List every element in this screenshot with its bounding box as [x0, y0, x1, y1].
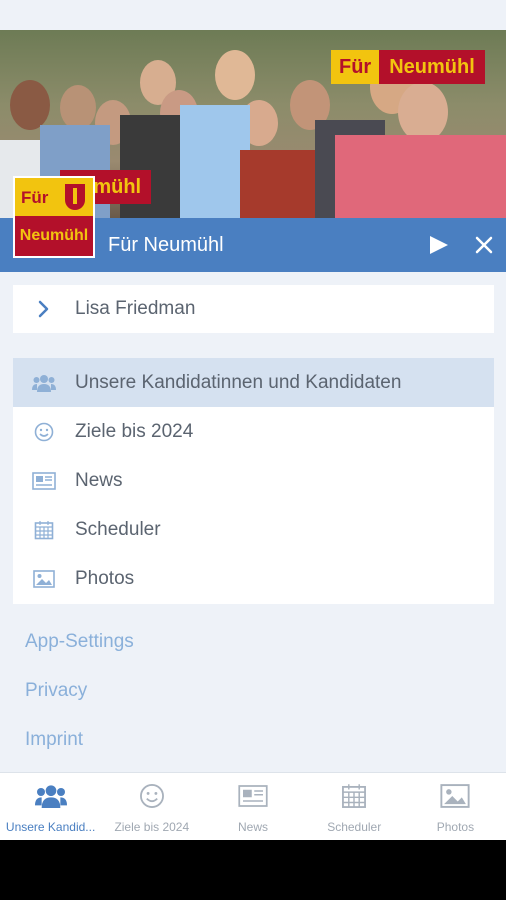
- footer-links: App-Settings Privacy Imprint: [25, 620, 134, 767]
- newspaper-icon: [238, 783, 268, 814]
- close-icon[interactable]: [470, 231, 500, 259]
- tab-photos[interactable]: Photos: [405, 773, 506, 841]
- menu-item-label: Ziele bis 2024: [75, 420, 194, 442]
- status-bar: [0, 0, 506, 30]
- tab-label: Ziele bis 2024: [114, 820, 190, 834]
- menu-item-photos[interactable]: Photos: [13, 554, 494, 603]
- navigation-menu: Unsere Kandidatinnen und Kandidaten Ziel…: [13, 358, 494, 604]
- user-name: Lisa Friedman: [75, 298, 196, 319]
- menu-item-label: News: [75, 469, 123, 491]
- users-icon: [34, 783, 67, 814]
- menu-item-label: Scheduler: [75, 518, 161, 540]
- menu-item-kandidaten[interactable]: Unsere Kandidatinnen und Kandidaten: [13, 358, 494, 407]
- tab-kandidaten[interactable]: Unsere Kandid...: [0, 773, 101, 841]
- app-settings-link[interactable]: App-Settings: [25, 620, 134, 669]
- tab-news[interactable]: News: [202, 773, 303, 841]
- chevron-right-icon: [13, 300, 75, 318]
- header-banner: Für Neumühl: [331, 50, 485, 84]
- tab-label: Scheduler: [327, 820, 382, 834]
- tab-label: News: [238, 820, 269, 834]
- app-title: Für Neumühl: [108, 234, 224, 256]
- tab-label: Photos: [436, 820, 475, 834]
- calendar-icon: [341, 783, 367, 814]
- tab-label: Unsere Kandid...: [5, 820, 96, 834]
- tab-scheduler[interactable]: Scheduler: [304, 773, 405, 841]
- menu-item-ziele[interactable]: Ziele bis 2024: [13, 407, 494, 456]
- menu-item-news[interactable]: News: [13, 456, 494, 505]
- user-profile-row[interactable]: Lisa Friedman: [13, 285, 494, 333]
- smiley-icon: [139, 783, 165, 814]
- users-icon: [13, 374, 75, 392]
- logo-top-text: Für: [21, 188, 49, 207]
- privacy-link[interactable]: Privacy: [25, 669, 134, 718]
- image-icon: [13, 569, 75, 588]
- play-icon[interactable]: [425, 231, 453, 259]
- logo-bottom-text: Neumühl: [15, 216, 93, 256]
- bottom-tab-bar: Unsere Kandid... Ziele bis 2024 News Sch…: [0, 772, 506, 841]
- app-logo: Für Neumühl: [13, 176, 95, 258]
- banner-right-text: Neumühl: [379, 50, 485, 84]
- crest-icon: [65, 184, 85, 210]
- smiley-icon: [13, 422, 75, 442]
- image-icon: [440, 783, 470, 814]
- newspaper-icon: [13, 471, 75, 490]
- calendar-icon: [13, 520, 75, 540]
- menu-item-label: Unsere Kandidatinnen und Kandidaten: [75, 371, 402, 393]
- menu-item-scheduler[interactable]: Scheduler: [13, 505, 494, 554]
- system-navigation-bar: [0, 840, 506, 900]
- tab-ziele[interactable]: Ziele bis 2024: [101, 773, 202, 841]
- imprint-link[interactable]: Imprint: [25, 718, 134, 767]
- menu-item-label: Photos: [75, 567, 135, 589]
- banner-left-text: Für: [331, 50, 380, 84]
